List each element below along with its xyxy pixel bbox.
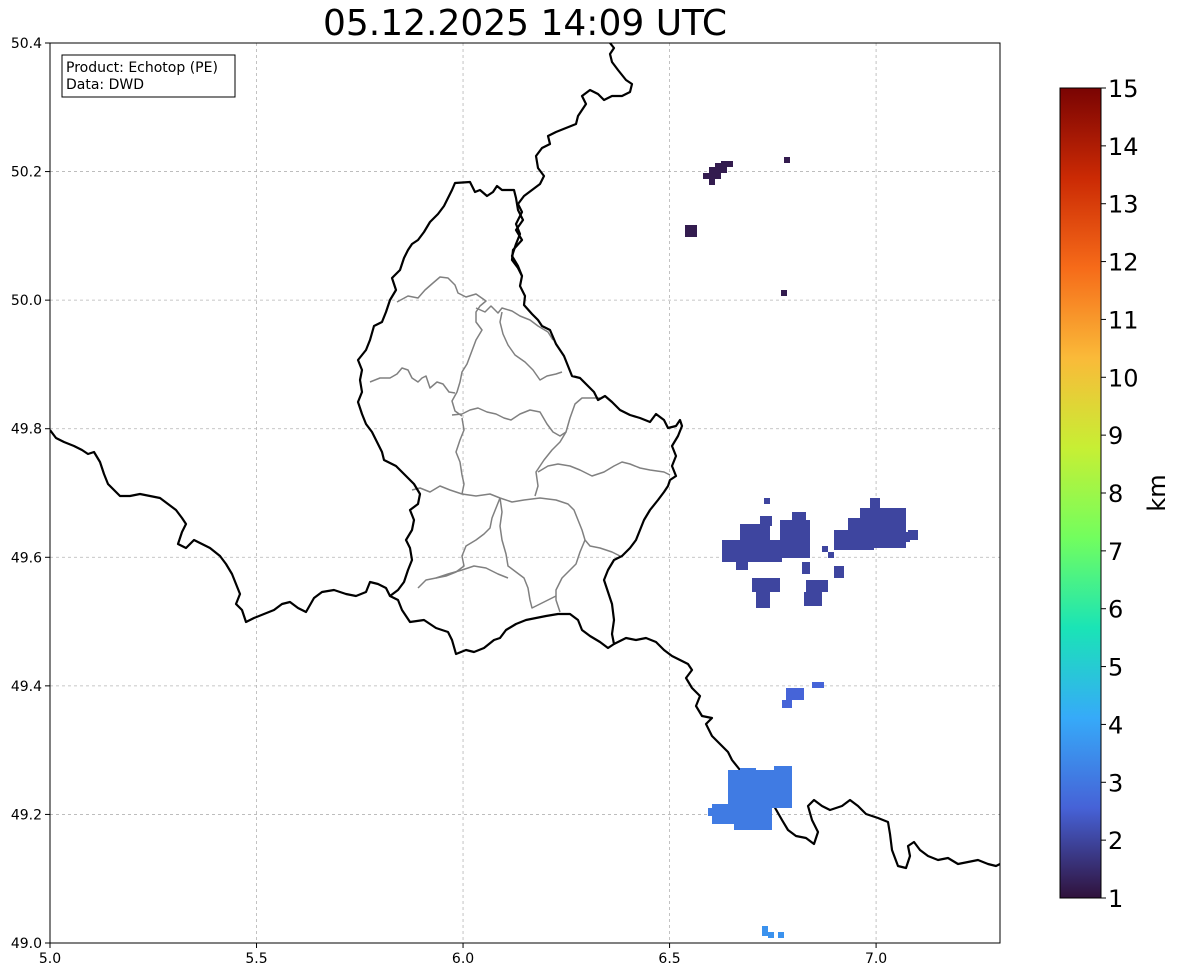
radar-map-figure: 05.12.2025 14:09 UTC 5.0 5.5 6.0 6.5 7.0… [11, 3, 1171, 967]
colorbar-tick-label: 4 [1108, 711, 1123, 739]
echotop-pixel [715, 173, 721, 179]
echotop-pixel [691, 225, 697, 231]
echotop-pixel-block [778, 932, 784, 938]
info-box-data: Data: DWD [66, 77, 144, 93]
y-tick-label: 49.6 [11, 550, 42, 566]
echotop-pixel-block [806, 580, 828, 592]
colorbar-ticks: 123456789101112131415 [1101, 75, 1139, 913]
colorbar-tick-label: 13 [1108, 191, 1139, 219]
echotop-pixel-block [756, 592, 770, 608]
echotop-pixel-block [804, 592, 822, 606]
colorbar-tick-label: 6 [1108, 596, 1123, 624]
echotop-pixel [709, 167, 715, 173]
y-axis-ticks: 49.0 49.2 49.4 49.6 49.8 50.0 50.2 50.4 [11, 36, 50, 952]
echotop-pixel-block [762, 926, 768, 936]
colorbar-tick-label: 1 [1108, 885, 1123, 913]
colorbar-tick-label: 15 [1108, 75, 1139, 103]
info-box: Product: Echotop (PE) Data: DWD [61, 54, 236, 98]
colorbar: 123456789101112131415 km [1059, 75, 1171, 913]
colorbar-tick-label: 2 [1108, 827, 1123, 855]
echotop-pixel-block [802, 562, 810, 574]
y-tick-label: 49.4 [11, 679, 42, 695]
echotop-cell [781, 290, 787, 296]
info-box-product: Product: Echotop (PE) [66, 60, 218, 76]
echotop-pixel-block [908, 530, 918, 540]
echotop-pixel-block [768, 932, 774, 938]
echotop-pixel-block [822, 546, 828, 552]
echotop-pixel-block [812, 682, 824, 688]
echotop-pixel-block [740, 768, 756, 776]
echotop-cell [685, 225, 697, 237]
colorbar-tick-label: 7 [1108, 538, 1123, 566]
echotop-pixel [727, 161, 733, 167]
x-tick-label: 6.0 [452, 951, 474, 967]
echotop-pixel-block [870, 498, 880, 512]
echotop-pixel-block [792, 512, 806, 524]
x-axis-ticks: 5.0 5.5 6.0 6.5 7.0 [39, 943, 887, 967]
echotop-pixel [685, 231, 691, 237]
echotop-pixel-block [782, 700, 792, 708]
echotop-pixel [709, 179, 715, 185]
echotop-pixel [784, 157, 790, 163]
colorbar-tick-label: 5 [1108, 654, 1123, 682]
y-tick-label: 49.0 [11, 936, 42, 952]
y-tick-label: 50.2 [11, 165, 42, 181]
colorbar-tick-label: 14 [1108, 133, 1139, 161]
x-tick-label: 5.0 [39, 951, 61, 967]
y-tick-label: 50.4 [11, 36, 42, 52]
echotop-pixel-block [722, 540, 782, 562]
echotop-pixel-block [736, 560, 748, 570]
echotop-cell [784, 157, 790, 163]
y-tick-label: 49.2 [11, 807, 42, 823]
echotop-pixel [685, 225, 691, 231]
colorbar-tick-label: 12 [1108, 249, 1139, 277]
echotop-pixel-block [834, 566, 844, 578]
echotop-pixel [709, 173, 715, 179]
colorbar-tick-label: 9 [1108, 422, 1123, 450]
echotop-pixel [721, 161, 727, 167]
colorbar-bar [1059, 87, 1102, 899]
echotop-pixel [721, 167, 727, 173]
y-tick-label: 50.0 [11, 293, 42, 309]
echotop-pixel-block [740, 524, 770, 540]
echotop-pixel-block [828, 552, 834, 558]
echotop-pixel [703, 173, 709, 179]
echotop-pixel-block [752, 578, 780, 592]
echotop-pixel [715, 167, 721, 173]
colorbar-label: km [1143, 474, 1171, 511]
echotop-pixel-block [764, 498, 770, 504]
echotop-pixel-block [786, 784, 792, 798]
x-tick-label: 7.0 [865, 951, 887, 967]
colorbar-tick-label: 10 [1108, 364, 1139, 392]
echotop-pixel [781, 290, 787, 296]
y-tick-label: 49.8 [11, 422, 42, 438]
x-tick-label: 6.5 [658, 951, 680, 967]
echotop-pixel [691, 231, 697, 237]
echotop-pixel-block [760, 516, 772, 526]
map-title: 05.12.2025 14:09 UTC [323, 3, 727, 44]
echotop-pixel-block [708, 808, 716, 816]
echotop-pixel-block [774, 766, 792, 776]
echotop-pixel-block [734, 820, 772, 830]
colorbar-tick-label: 8 [1108, 480, 1123, 508]
colorbar-tick-label: 11 [1108, 306, 1139, 334]
x-tick-label: 5.5 [245, 951, 267, 967]
map-plot-area [50, 43, 1000, 943]
colorbar-tick-label: 3 [1108, 769, 1123, 797]
echotop-pixel-block [786, 688, 804, 700]
echotop-pixel-block [780, 520, 810, 558]
